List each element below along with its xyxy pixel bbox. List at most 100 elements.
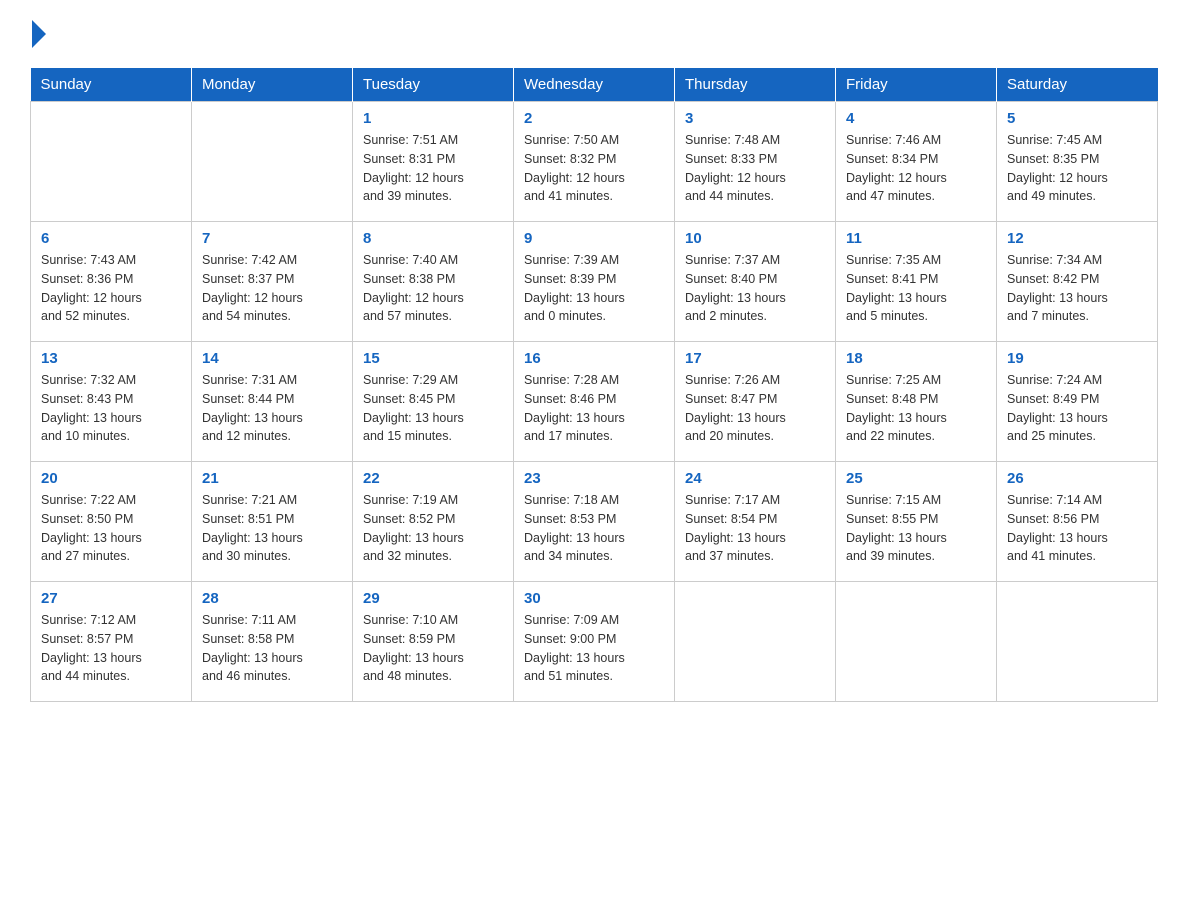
calendar-day-header: Wednesday bbox=[514, 68, 675, 102]
calendar-cell: 28 Sunrise: 7:11 AM Sunset: 8:58 PM Dayli… bbox=[192, 582, 353, 702]
calendar-cell: 22 Sunrise: 7:19 AM Sunset: 8:52 PM Dayli… bbox=[353, 462, 514, 582]
day-info: Sunrise: 7:22 AM Sunset: 8:50 PM Dayligh… bbox=[41, 491, 181, 566]
day-number: 16 bbox=[524, 350, 664, 367]
day-info: Sunrise: 7:32 AM Sunset: 8:43 PM Dayligh… bbox=[41, 371, 181, 446]
calendar-cell: 2 Sunrise: 7:50 AM Sunset: 8:32 PM Daylig… bbox=[514, 102, 675, 222]
calendar-cell: 19 Sunrise: 7:24 AM Sunset: 8:49 PM Dayli… bbox=[997, 342, 1158, 462]
day-number: 8 bbox=[363, 230, 503, 247]
day-info: Sunrise: 7:17 AM Sunset: 8:54 PM Dayligh… bbox=[685, 491, 825, 566]
calendar-day-header: Monday bbox=[192, 68, 353, 102]
calendar-day-header: Sunday bbox=[31, 68, 192, 102]
day-number: 29 bbox=[363, 590, 503, 607]
day-number: 6 bbox=[41, 230, 181, 247]
calendar-day-header: Friday bbox=[836, 68, 997, 102]
day-info: Sunrise: 7:15 AM Sunset: 8:55 PM Dayligh… bbox=[846, 491, 986, 566]
day-info: Sunrise: 7:12 AM Sunset: 8:57 PM Dayligh… bbox=[41, 611, 181, 686]
calendar-cell: 6 Sunrise: 7:43 AM Sunset: 8:36 PM Daylig… bbox=[31, 222, 192, 342]
calendar-week-row: 6 Sunrise: 7:43 AM Sunset: 8:36 PM Daylig… bbox=[31, 222, 1158, 342]
calendar-cell bbox=[836, 582, 997, 702]
calendar-table: SundayMondayTuesdayWednesdayThursdayFrid… bbox=[30, 68, 1158, 702]
calendar-cell: 4Sunrise: 7:46 AM Sunset: 8:34 PM Daylig… bbox=[836, 102, 997, 222]
day-info: Sunrise: 7:25 AM Sunset: 8:48 PM Dayligh… bbox=[846, 371, 986, 446]
calendar-cell: 21 Sunrise: 7:21 AM Sunset: 8:51 PM Dayli… bbox=[192, 462, 353, 582]
calendar-cell: 20 Sunrise: 7:22 AM Sunset: 8:50 PM Dayli… bbox=[31, 462, 192, 582]
calendar-cell: 1 Sunrise: 7:51 AM Sunset: 8:31 PM Daylig… bbox=[353, 102, 514, 222]
calendar-cell bbox=[192, 102, 353, 222]
calendar-cell bbox=[997, 582, 1158, 702]
day-number: 10 bbox=[685, 230, 825, 247]
calendar-cell: 10 Sunrise: 7:37 AM Sunset: 8:40 PM Dayli… bbox=[675, 222, 836, 342]
calendar-cell: 24 Sunrise: 7:17 AM Sunset: 8:54 PM Dayli… bbox=[675, 462, 836, 582]
calendar-cell: 3Sunrise: 7:48 AM Sunset: 8:33 PM Daylig… bbox=[675, 102, 836, 222]
page-header bbox=[30, 20, 1158, 48]
calendar-cell: 29 Sunrise: 7:10 AM Sunset: 8:59 PM Dayli… bbox=[353, 582, 514, 702]
day-info: Sunrise: 7:46 AM Sunset: 8:34 PM Dayligh… bbox=[846, 131, 986, 206]
day-number: 24 bbox=[685, 470, 825, 487]
day-info: Sunrise: 7:39 AM Sunset: 8:39 PM Dayligh… bbox=[524, 251, 664, 326]
logo bbox=[30, 20, 46, 48]
day-info: Sunrise: 7:11 AM Sunset: 8:58 PM Dayligh… bbox=[202, 611, 342, 686]
day-number: 11 bbox=[846, 230, 986, 247]
day-info: Sunrise: 7:50 AM Sunset: 8:32 PM Dayligh… bbox=[524, 131, 664, 206]
calendar-cell: 15 Sunrise: 7:29 AM Sunset: 8:45 PM Dayli… bbox=[353, 342, 514, 462]
day-number: 20 bbox=[41, 470, 181, 487]
day-info: Sunrise: 7:31 AM Sunset: 8:44 PM Dayligh… bbox=[202, 371, 342, 446]
day-number: 2 bbox=[524, 110, 664, 127]
calendar-cell: 12 Sunrise: 7:34 AM Sunset: 8:42 PM Dayli… bbox=[997, 222, 1158, 342]
calendar-day-header: Saturday bbox=[997, 68, 1158, 102]
calendar-cell: 25 Sunrise: 7:15 AM Sunset: 8:55 PM Dayli… bbox=[836, 462, 997, 582]
calendar-cell: 18 Sunrise: 7:25 AM Sunset: 8:48 PM Dayli… bbox=[836, 342, 997, 462]
day-info: Sunrise: 7:40 AM Sunset: 8:38 PM Dayligh… bbox=[363, 251, 503, 326]
day-info: Sunrise: 7:51 AM Sunset: 8:31 PM Dayligh… bbox=[363, 131, 503, 206]
day-number: 30 bbox=[524, 590, 664, 607]
day-number: 22 bbox=[363, 470, 503, 487]
day-info: Sunrise: 7:28 AM Sunset: 8:46 PM Dayligh… bbox=[524, 371, 664, 446]
day-number: 15 bbox=[363, 350, 503, 367]
calendar-cell: 13 Sunrise: 7:32 AM Sunset: 8:43 PM Dayli… bbox=[31, 342, 192, 462]
calendar-cell: 27 Sunrise: 7:12 AM Sunset: 8:57 PM Dayli… bbox=[31, 582, 192, 702]
day-number: 19 bbox=[1007, 350, 1147, 367]
day-info: Sunrise: 7:26 AM Sunset: 8:47 PM Dayligh… bbox=[685, 371, 825, 446]
calendar-cell: 17 Sunrise: 7:26 AM Sunset: 8:47 PM Dayli… bbox=[675, 342, 836, 462]
day-info: Sunrise: 7:24 AM Sunset: 8:49 PM Dayligh… bbox=[1007, 371, 1147, 446]
day-number: 14 bbox=[202, 350, 342, 367]
day-info: Sunrise: 7:37 AM Sunset: 8:40 PM Dayligh… bbox=[685, 251, 825, 326]
day-info: Sunrise: 7:29 AM Sunset: 8:45 PM Dayligh… bbox=[363, 371, 503, 446]
day-number: 25 bbox=[846, 470, 986, 487]
calendar-cell: 8 Sunrise: 7:40 AM Sunset: 8:38 PM Daylig… bbox=[353, 222, 514, 342]
calendar-cell bbox=[31, 102, 192, 222]
calendar-cell: 26 Sunrise: 7:14 AM Sunset: 8:56 PM Dayli… bbox=[997, 462, 1158, 582]
calendar-cell: 5 Sunrise: 7:45 AM Sunset: 8:35 PM Daylig… bbox=[997, 102, 1158, 222]
day-number: 17 bbox=[685, 350, 825, 367]
day-number: 21 bbox=[202, 470, 342, 487]
day-number: 12 bbox=[1007, 230, 1147, 247]
day-info: Sunrise: 7:21 AM Sunset: 8:51 PM Dayligh… bbox=[202, 491, 342, 566]
day-number: 9 bbox=[524, 230, 664, 247]
day-number: 28 bbox=[202, 590, 342, 607]
calendar-cell: 30Sunrise: 7:09 AM Sunset: 9:00 PM Dayli… bbox=[514, 582, 675, 702]
day-info: Sunrise: 7:34 AM Sunset: 8:42 PM Dayligh… bbox=[1007, 251, 1147, 326]
calendar-cell: 14 Sunrise: 7:31 AM Sunset: 8:44 PM Dayli… bbox=[192, 342, 353, 462]
day-number: 1 bbox=[363, 110, 503, 127]
calendar-cell: 16 Sunrise: 7:28 AM Sunset: 8:46 PM Dayli… bbox=[514, 342, 675, 462]
day-number: 23 bbox=[524, 470, 664, 487]
day-info: Sunrise: 7:14 AM Sunset: 8:56 PM Dayligh… bbox=[1007, 491, 1147, 566]
day-info: Sunrise: 7:45 AM Sunset: 8:35 PM Dayligh… bbox=[1007, 131, 1147, 206]
day-number: 27 bbox=[41, 590, 181, 607]
day-number: 5 bbox=[1007, 110, 1147, 127]
calendar-header-row: SundayMondayTuesdayWednesdayThursdayFrid… bbox=[31, 68, 1158, 102]
day-info: Sunrise: 7:18 AM Sunset: 8:53 PM Dayligh… bbox=[524, 491, 664, 566]
calendar-day-header: Thursday bbox=[675, 68, 836, 102]
calendar-cell: 11 Sunrise: 7:35 AM Sunset: 8:41 PM Dayli… bbox=[836, 222, 997, 342]
day-info: Sunrise: 7:19 AM Sunset: 8:52 PM Dayligh… bbox=[363, 491, 503, 566]
day-info: Sunrise: 7:35 AM Sunset: 8:41 PM Dayligh… bbox=[846, 251, 986, 326]
day-info: Sunrise: 7:10 AM Sunset: 8:59 PM Dayligh… bbox=[363, 611, 503, 686]
day-number: 13 bbox=[41, 350, 181, 367]
calendar-cell bbox=[675, 582, 836, 702]
day-info: Sunrise: 7:43 AM Sunset: 8:36 PM Dayligh… bbox=[41, 251, 181, 326]
day-info: Sunrise: 7:48 AM Sunset: 8:33 PM Dayligh… bbox=[685, 131, 825, 206]
day-info: Sunrise: 7:42 AM Sunset: 8:37 PM Dayligh… bbox=[202, 251, 342, 326]
day-number: 26 bbox=[1007, 470, 1147, 487]
calendar-week-row: 1 Sunrise: 7:51 AM Sunset: 8:31 PM Daylig… bbox=[31, 102, 1158, 222]
day-number: 18 bbox=[846, 350, 986, 367]
